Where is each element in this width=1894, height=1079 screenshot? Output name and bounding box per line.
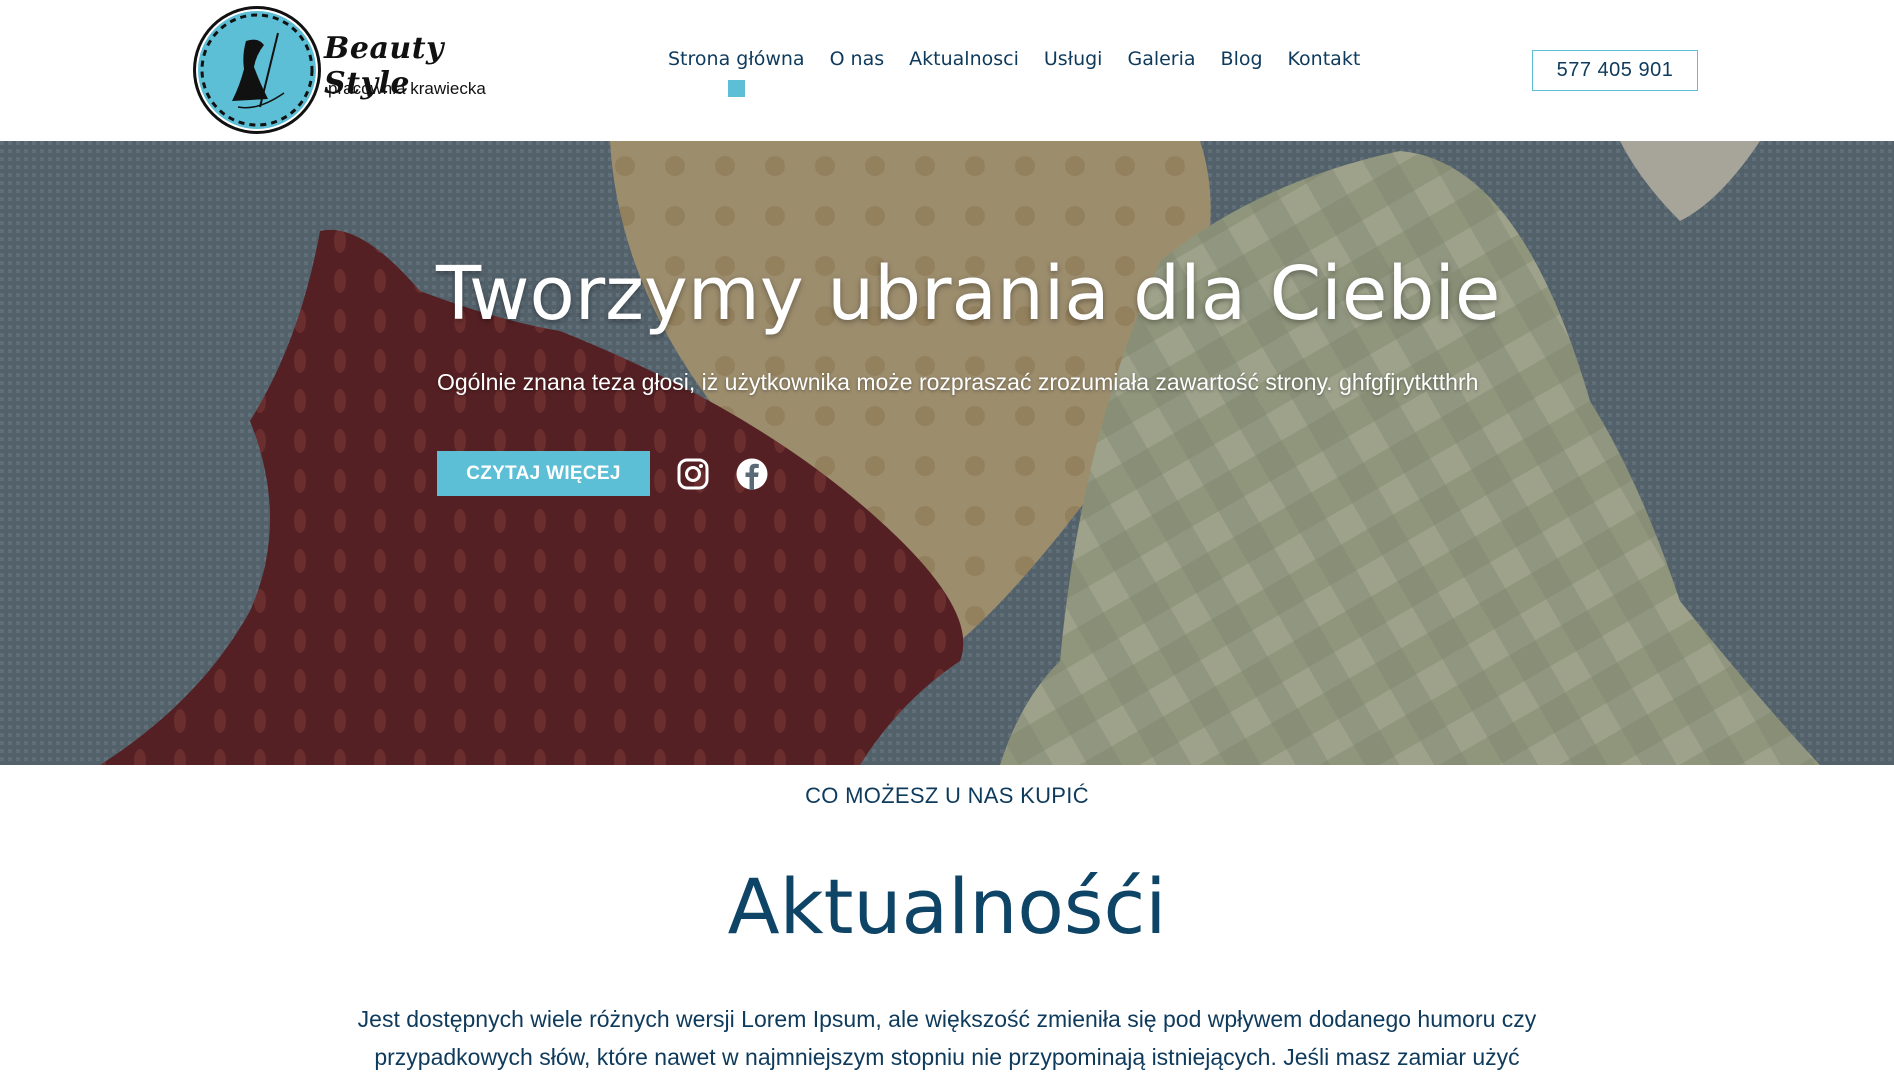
nav-item-label: O nas	[829, 48, 885, 70]
section-body-text: Jest dostępnych wiele różnych wersji Lor…	[357, 1006, 1537, 1070]
site-header: Beauty Style pracownia krawiecka Strona …	[0, 0, 1894, 141]
hero-title: Tworzymy ubrania dla Ciebie	[436, 251, 1501, 337]
nav-item-blog[interactable]: Blog	[1221, 48, 1263, 70]
nav-item-label: Blog	[1220, 48, 1263, 70]
nav-item-label: Kontakt	[1287, 48, 1361, 70]
section-label: CO MOŻESZ U NAS KUPIĆ	[805, 783, 1089, 808]
nav-item-aktualnosci[interactable]: Aktualnosci	[909, 48, 1019, 70]
facebook-icon[interactable]	[735, 457, 769, 491]
hero-subtitle: Ogólnie znana teza głosi, iż użytkownika…	[437, 369, 1479, 395]
phone-button[interactable]: 577 405 901	[1532, 50, 1698, 91]
nav-item-kontakt[interactable]: Kontakt	[1288, 48, 1361, 70]
nav-item-uslugi[interactable]: Usługi	[1044, 48, 1103, 70]
nav-item-label: Aktualnosci	[909, 48, 1019, 70]
main-nav: Strona główna O nas Aktualnosci Usługi G…	[668, 48, 1385, 97]
read-more-button[interactable]: CZYTAJ WIĘCEJ	[437, 451, 650, 496]
nav-item-o-nas[interactable]: O nas	[830, 48, 885, 70]
nav-item-galeria[interactable]: Galeria	[1127, 48, 1195, 70]
section-title: Aktualnośći	[727, 862, 1167, 951]
nav-item-strona-glowna[interactable]: Strona główna	[668, 48, 805, 97]
logo[interactable]: Beauty Style pracownia krawiecka	[198, 11, 498, 131]
hero-background-image	[0, 141, 1894, 765]
instagram-icon[interactable]	[676, 457, 710, 491]
hero-banner: Tworzymy ubrania dla Ciebie Ogólnie znan…	[0, 141, 1894, 765]
nav-item-label: Strona główna	[668, 48, 805, 70]
nav-item-label: Usługi	[1043, 48, 1103, 70]
logo-subtitle: pracownia krawiecka	[328, 79, 486, 98]
logo-badge-icon	[198, 11, 316, 129]
nav-item-label: Galeria	[1127, 48, 1196, 70]
active-indicator	[728, 80, 746, 97]
